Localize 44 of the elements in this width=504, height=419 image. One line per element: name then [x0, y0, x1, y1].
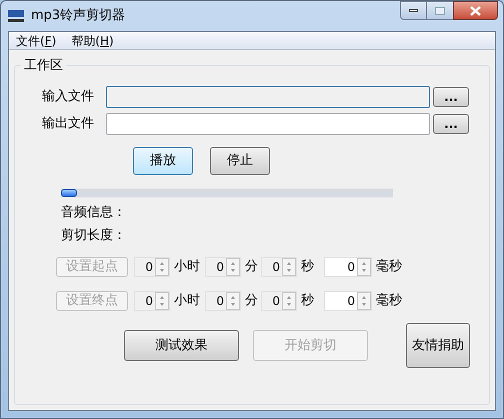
spin-value: 0: [215, 293, 225, 310]
file-path-field[interactable]: [106, 86, 430, 108]
menu-item[interactable]: 文件(F): [16, 32, 56, 50]
slider-track[interactable]: [61, 188, 393, 198]
field-label: 输出文件: [42, 115, 95, 134]
spin-value: 0: [346, 293, 356, 310]
unit-label: 秒: [301, 258, 315, 276]
spin-box[interactable]: 0: [324, 257, 372, 277]
minimize-icon: [409, 9, 418, 12]
unit-label: 毫秒: [376, 258, 403, 276]
info-label: 音频信息：: [61, 204, 127, 220]
unit-label: 小时: [174, 292, 201, 310]
push-button[interactable]: 停止: [210, 147, 270, 175]
minimize-button[interactable]: [400, 1, 427, 20]
unit-label: 毫秒: [376, 292, 403, 310]
app-logo-icon: [7, 8, 25, 24]
maximize-button[interactable]: [427, 1, 453, 20]
unit-label: 秒: [301, 292, 315, 310]
close-button[interactable]: [453, 1, 498, 20]
close-icon: [470, 6, 481, 16]
spin-value: 0: [271, 259, 281, 276]
spin-value: 0: [144, 293, 154, 310]
spin-value: 0: [271, 293, 281, 310]
unit-label: 分: [245, 292, 259, 310]
field-label: 输入文件: [42, 88, 95, 106]
spin-arrows-icon[interactable]: [357, 292, 371, 310]
push-button[interactable]: 播放: [133, 147, 193, 175]
spin-value: 0: [215, 259, 225, 276]
push-button[interactable]: 测试效果: [124, 330, 239, 361]
info-label: 剪切长度：: [61, 227, 127, 243]
menu-item[interactable]: 帮助(H): [71, 32, 114, 50]
browse-button[interactable]: ...: [433, 114, 469, 134]
unit-label: 分: [245, 258, 259, 276]
window-title: mp3铃声剪切器: [31, 7, 126, 26]
spin-arrows-icon[interactable]: [357, 258, 371, 276]
maximize-icon: [435, 6, 445, 14]
file-path-field[interactable]: [106, 113, 430, 135]
browse-button[interactable]: ...: [433, 87, 469, 107]
spin-value: 0: [346, 259, 356, 276]
spin-box[interactable]: 0: [324, 291, 372, 311]
unit-label: 小时: [174, 258, 201, 276]
spin-value: 0: [144, 259, 154, 276]
slider-thumb[interactable]: [61, 189, 77, 197]
push-button[interactable]: 友情捐助: [406, 323, 470, 368]
